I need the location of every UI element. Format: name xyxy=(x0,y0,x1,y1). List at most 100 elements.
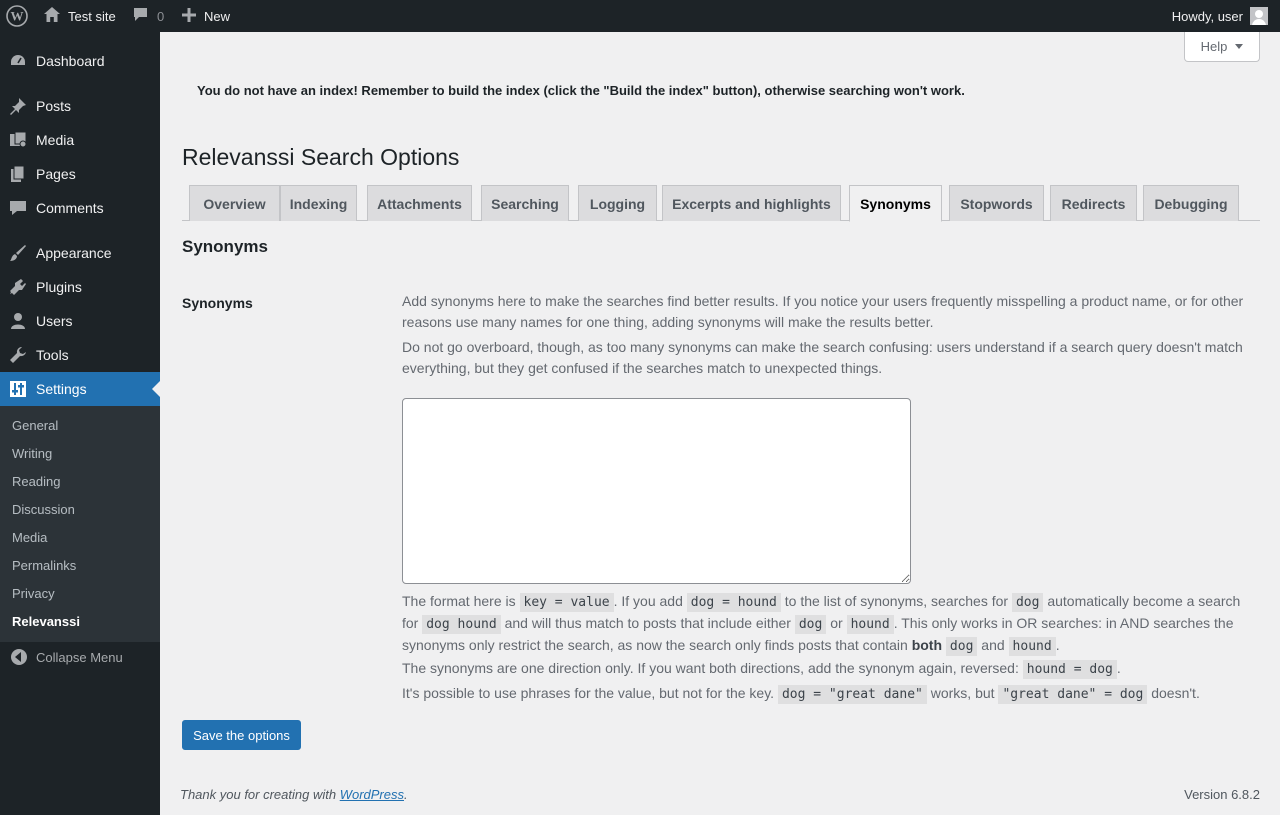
tab-synonyms[interactable]: Synonyms xyxy=(849,185,942,222)
tab-label: Debugging xyxy=(1154,195,1228,212)
footer-thanks: Thank you for creating with WordPress. xyxy=(180,787,408,802)
footer-version: Version 6.8.2 xyxy=(1184,787,1260,802)
tab-label: Excerpts and highlights xyxy=(672,195,831,212)
plus-icon xyxy=(182,7,196,25)
sidebar-item-label: Media xyxy=(36,132,75,148)
collapse-menu-button[interactable]: Collapse Menu xyxy=(0,646,160,668)
submenu-item-relevanssi[interactable]: Relevanssi xyxy=(12,614,80,629)
admin-bar: W Test site 0 New Howdy, user xyxy=(0,0,1280,32)
sidebar-item-appearance[interactable]: Appearance xyxy=(0,236,160,270)
no-index-notice: You do not have an index! Remember to bu… xyxy=(197,83,965,98)
footer-text: Thank you for creating with xyxy=(180,787,340,802)
synonyms-description: Add synonyms here to make the searches f… xyxy=(402,293,1244,330)
sidebar-item-tools[interactable]: Tools xyxy=(0,338,160,372)
settings-icon xyxy=(8,379,28,399)
help-text: . If you add xyxy=(613,593,687,609)
code-snippet: "great dane" = dog xyxy=(998,685,1148,704)
code-snippet: hound xyxy=(846,615,894,634)
tab-label: Stopwords xyxy=(960,195,1033,212)
submenu-item-permalinks[interactable]: Permalinks xyxy=(12,558,76,573)
comments-count: 0 xyxy=(157,8,165,24)
sidebar-item-label: Tools xyxy=(36,347,69,363)
submenu-item-media[interactable]: Media xyxy=(12,530,47,545)
site-name-link[interactable]: Test site xyxy=(44,0,116,32)
plugin-icon xyxy=(8,277,28,297)
tab-debugging[interactable]: Debugging xyxy=(1143,185,1239,221)
dashboard-icon xyxy=(8,51,28,71)
help-text: and will thus match to posts that includ… xyxy=(500,615,795,631)
wordpress-link[interactable]: WordPress xyxy=(340,787,404,802)
sidebar-item-label: Appearance xyxy=(36,245,112,261)
sidebar-item-label: Users xyxy=(36,313,73,329)
help-label: Help xyxy=(1200,39,1228,54)
wrench-icon xyxy=(8,345,28,365)
code-snippet: dog xyxy=(794,615,827,634)
sidebar-item-label: Dashboard xyxy=(36,53,105,69)
settings-submenu: General Writing Reading Discussion Media… xyxy=(0,406,160,642)
comment-icon xyxy=(8,198,28,218)
tab-logging[interactable]: Logging xyxy=(578,185,657,221)
code-snippet: dog = hound xyxy=(686,593,781,612)
code-snippet: dog xyxy=(1011,593,1044,612)
account-menu[interactable]: Howdy, user xyxy=(1172,0,1268,32)
tab-stopwords[interactable]: Stopwords xyxy=(949,185,1044,221)
submenu-item-reading[interactable]: Reading xyxy=(12,474,60,489)
code-snippet: dog hound xyxy=(422,615,501,634)
save-options-button[interactable]: Save the options xyxy=(182,720,301,750)
help-text: doesn't. xyxy=(1147,685,1200,701)
sidebar-item-pages[interactable]: Pages xyxy=(0,157,160,191)
tab-label: Indexing xyxy=(289,195,348,212)
sidebar-item-users[interactable]: Users xyxy=(0,304,160,338)
tab-excerpts-and-highlights[interactable]: Excerpts and highlights xyxy=(662,185,841,221)
wordpress-logo-icon[interactable]: W xyxy=(6,0,30,32)
synonyms-field-label: Synonyms xyxy=(182,295,253,311)
comments-link[interactable]: 0 xyxy=(133,0,164,32)
format-help-text: The format here is key = value. If you a… xyxy=(402,591,1260,657)
tab-redirects[interactable]: Redirects xyxy=(1050,185,1137,221)
tab-attachments[interactable]: Attachments xyxy=(367,185,472,221)
sidebar-item-plugins[interactable]: Plugins xyxy=(0,270,160,304)
synonyms-textarea[interactable] xyxy=(402,398,911,584)
chevron-down-icon xyxy=(1235,44,1244,49)
page-title: Relevanssi Search Options xyxy=(182,144,460,170)
admin-sidebar: Dashboard Posts Media Pages Comments App… xyxy=(0,32,160,815)
help-text: . xyxy=(1116,660,1121,676)
help-text: The format here is xyxy=(402,593,520,609)
submenu-item-general[interactable]: General xyxy=(12,418,58,433)
tab-label: Synonyms xyxy=(860,195,931,212)
new-label: New xyxy=(204,8,231,24)
help-text: The synonyms are one direction only. If … xyxy=(402,660,1023,676)
home-icon xyxy=(44,7,60,25)
submenu-item-discussion[interactable]: Discussion xyxy=(12,502,75,517)
code-snippet: key = value xyxy=(519,593,614,612)
sidebar-item-comments[interactable]: Comments xyxy=(0,191,160,225)
sidebar-item-label: Pages xyxy=(36,166,76,182)
tab-label: Searching xyxy=(491,195,559,212)
sidebar-item-media[interactable]: Media xyxy=(0,123,160,157)
sidebar-item-settings[interactable]: Settings xyxy=(0,372,160,406)
direction-help-text: The synonyms are one direction only. If … xyxy=(402,658,1260,680)
tab-searching[interactable]: Searching xyxy=(481,185,569,221)
footer-text: . xyxy=(404,787,408,802)
sidebar-item-label: Comments xyxy=(36,200,104,216)
collapse-menu-label: Collapse Menu xyxy=(36,649,123,665)
help-tab-button[interactable]: Help xyxy=(1184,32,1260,62)
tab-label: Redirects xyxy=(1061,195,1126,212)
svg-text:W: W xyxy=(11,9,24,24)
help-text: It's possible to use phrases for the val… xyxy=(402,685,778,701)
comment-bubble-icon xyxy=(133,7,148,25)
tab-indexing[interactable]: Indexing xyxy=(280,185,357,221)
tab-overview[interactable]: Overview xyxy=(189,185,280,221)
sidebar-item-posts[interactable]: Posts xyxy=(0,89,160,123)
help-text: . xyxy=(1055,637,1060,653)
code-snippet: hound xyxy=(1008,637,1056,656)
sidebar-item-dashboard[interactable]: Dashboard xyxy=(0,44,160,78)
new-content-link[interactable]: New xyxy=(182,0,230,32)
help-text: to the list of synonyms, searches for xyxy=(780,593,1012,609)
bold-text: both xyxy=(911,637,943,653)
submenu-item-writing[interactable]: Writing xyxy=(12,446,52,461)
howdy-label: Howdy, user xyxy=(1171,8,1243,24)
synonyms-warning: Do not go overboard, though, as too many… xyxy=(402,339,1243,376)
submenu-item-privacy[interactable]: Privacy xyxy=(12,586,55,601)
code-snippet: dog xyxy=(945,637,978,656)
